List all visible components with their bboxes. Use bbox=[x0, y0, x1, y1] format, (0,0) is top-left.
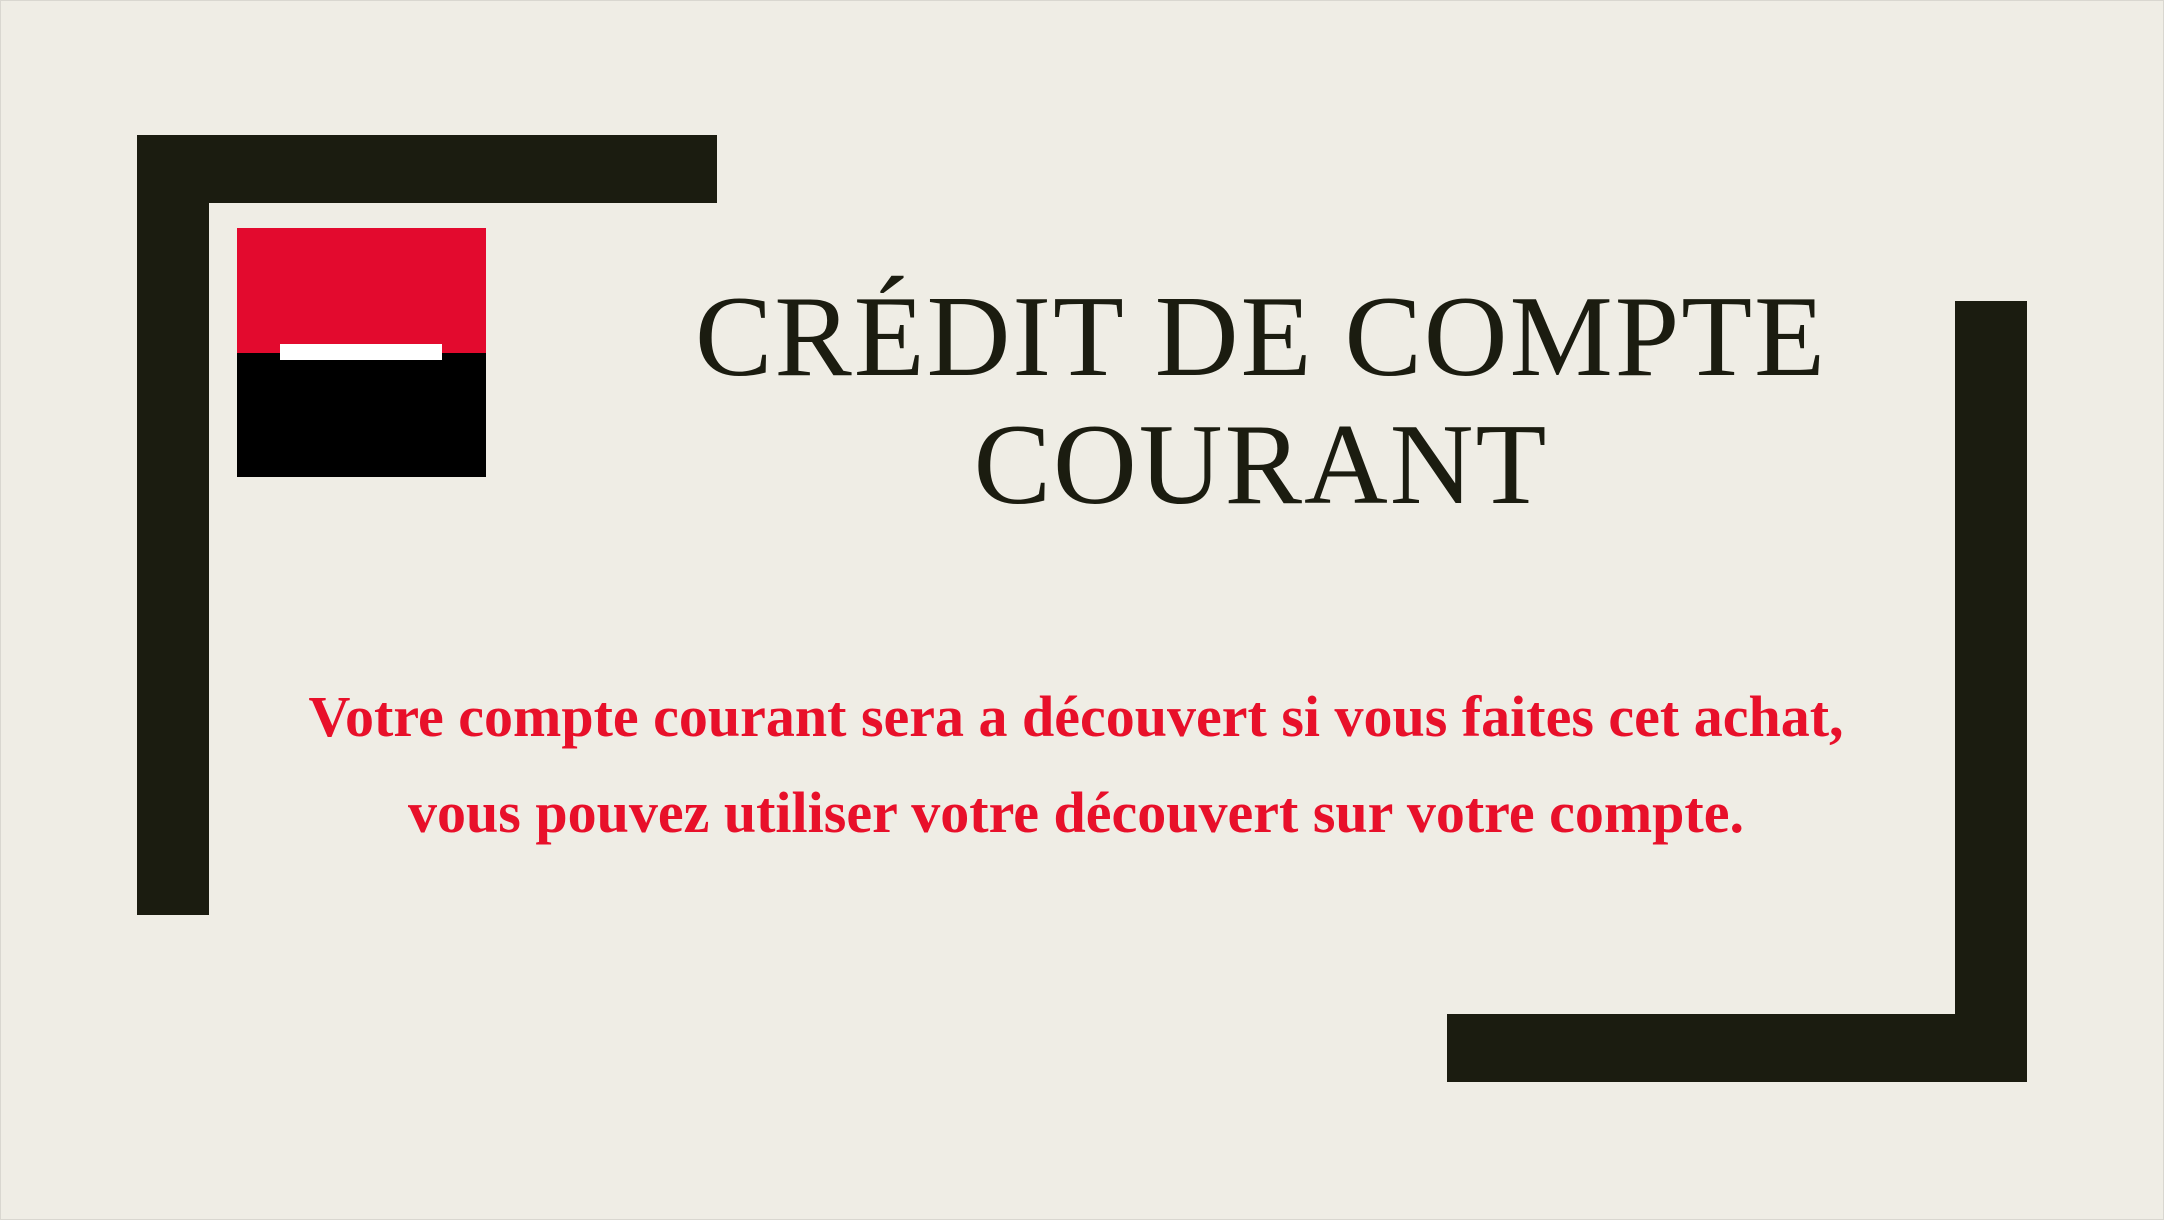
overdraft-warning-message: Votre compte courant sera a découvert si… bbox=[308, 684, 1844, 845]
presentation-slide: CRÉDIT DE COMPTE COURANT Votre compte co… bbox=[0, 0, 2164, 1220]
slide-title: CRÉDIT DE COMPTE COURANT bbox=[561, 273, 1961, 529]
top-left-bracket-vertical bbox=[137, 135, 209, 915]
top-left-bracket-horizontal bbox=[137, 135, 717, 203]
bottom-right-bracket-vertical bbox=[1955, 301, 2027, 1082]
bottom-right-bracket-horizontal bbox=[1447, 1014, 2027, 1082]
slide-title-line-1: CRÉDIT DE COMPTE bbox=[695, 273, 1827, 401]
bank-logo-icon bbox=[237, 228, 486, 477]
logo-black-half bbox=[237, 352, 486, 477]
slide-title-line-2: COURANT bbox=[973, 401, 1549, 529]
logo-red-half bbox=[237, 228, 486, 353]
logo-white-bar bbox=[280, 344, 442, 360]
